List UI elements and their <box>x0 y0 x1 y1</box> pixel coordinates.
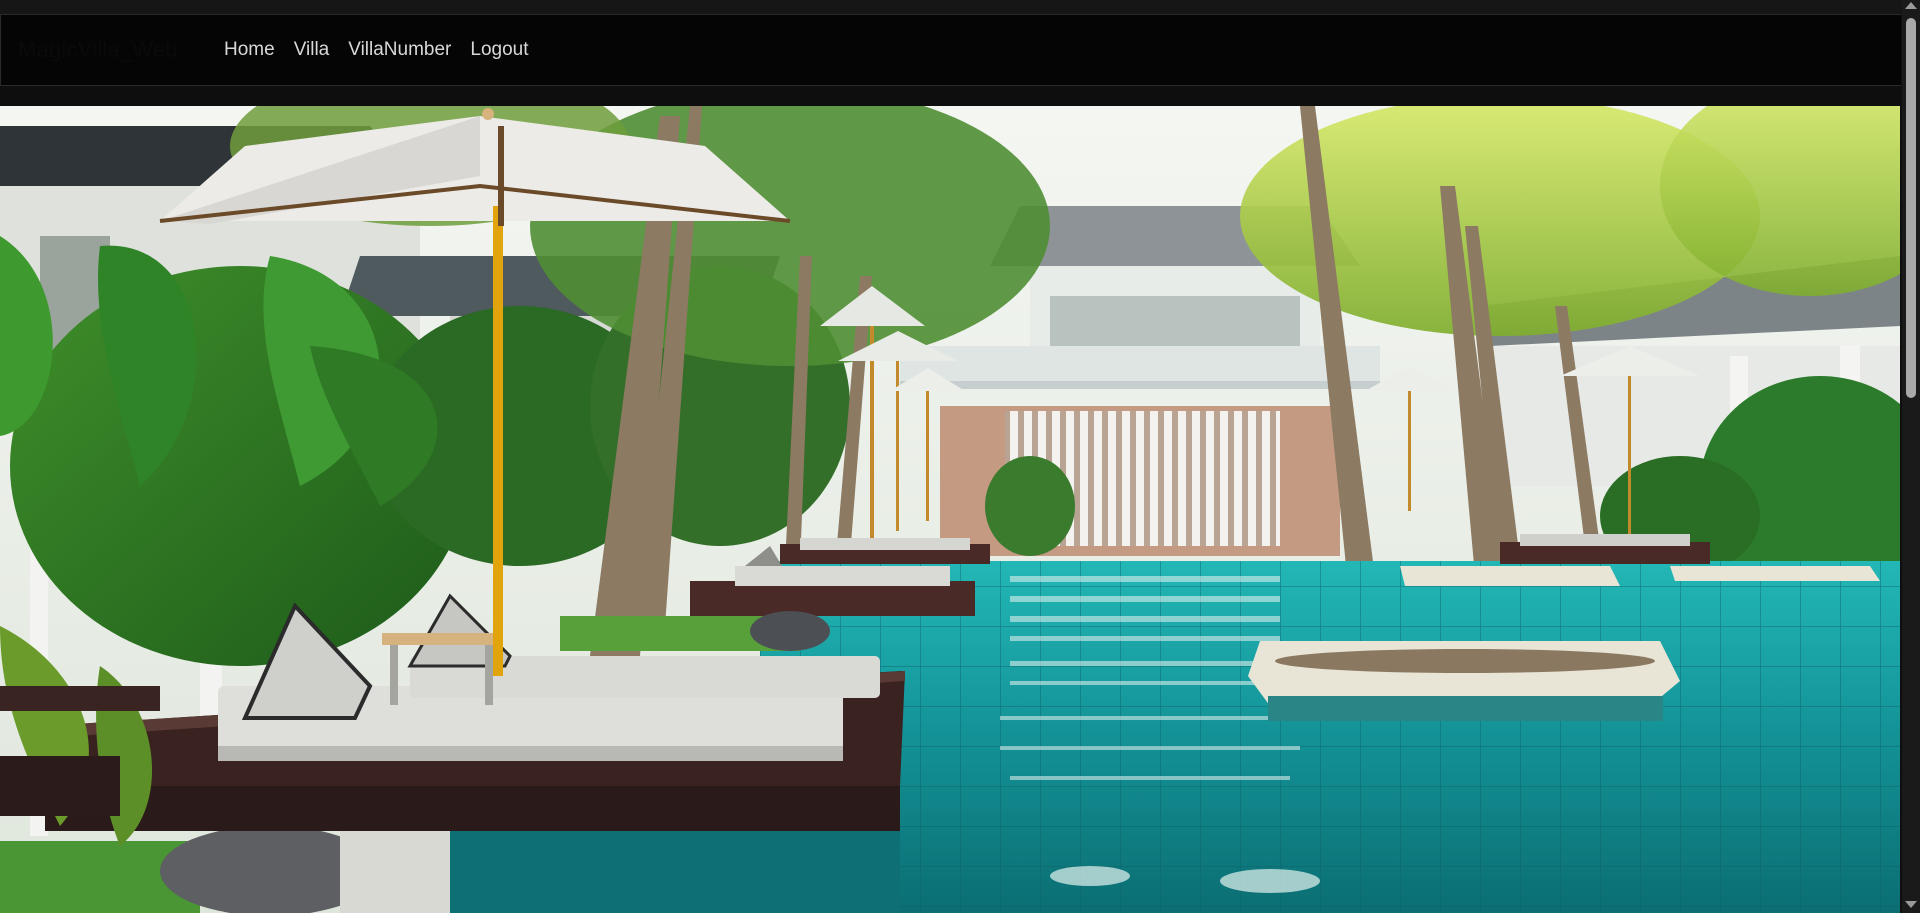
brand-link[interactable]: MagicVilla_Web <box>18 37 178 63</box>
nav-link-home[interactable]: Home <box>224 39 275 61</box>
nav-link-logout[interactable]: Logout <box>470 39 528 61</box>
nav-link-villanumber[interactable]: VillaNumber <box>348 39 451 61</box>
scroll-up-arrow-icon[interactable] <box>1905 2 1917 9</box>
browser-top-strip <box>0 0 1902 14</box>
nav-link-villa[interactable]: Villa <box>294 39 330 61</box>
page-scrollbar[interactable] <box>1902 0 1920 913</box>
nav-links: Home Villa VillaNumber Logout <box>224 15 548 85</box>
hero-image <box>0 106 1900 913</box>
scroll-thumb[interactable] <box>1906 18 1916 398</box>
navbar: MagicVilla_Web Home Villa VillaNumber Lo… <box>0 14 1901 86</box>
scroll-down-arrow-icon[interactable] <box>1905 901 1917 908</box>
